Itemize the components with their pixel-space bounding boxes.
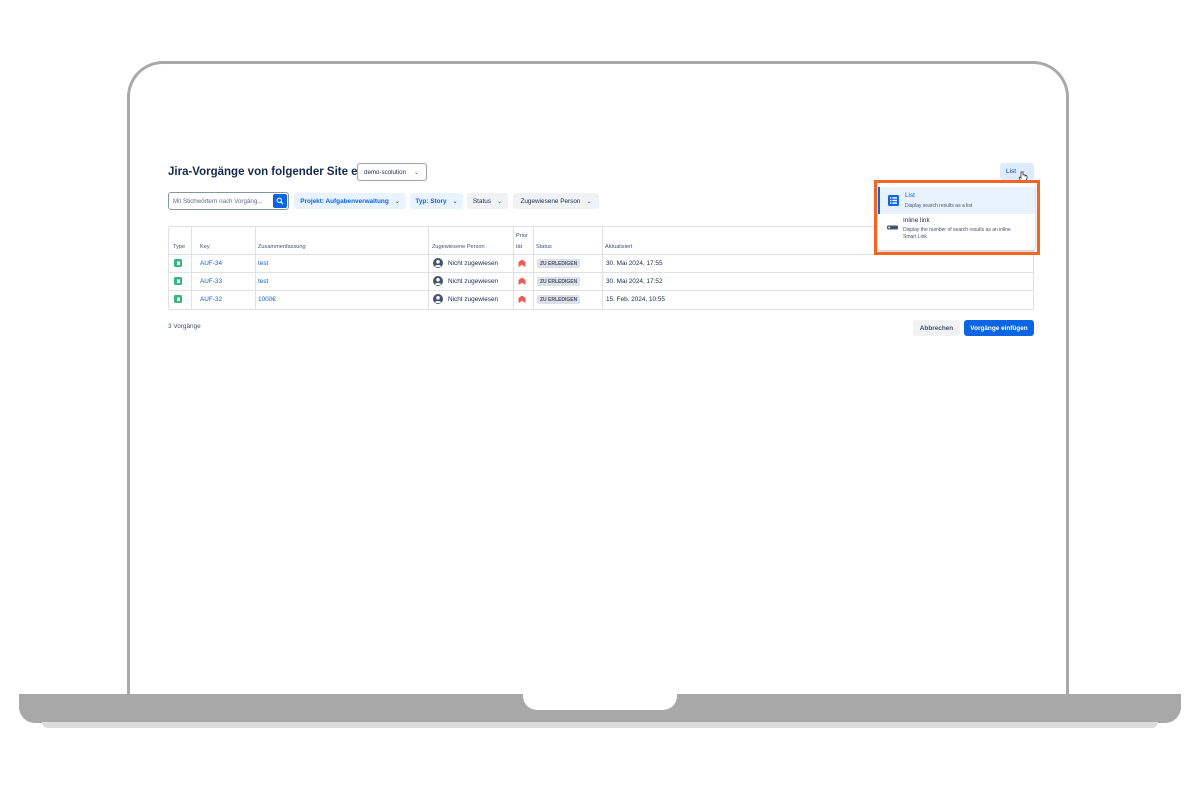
column-header-key[interactable]: Key bbox=[200, 244, 210, 250]
column-header-assignee[interactable]: Zugewiesene Person bbox=[432, 244, 485, 250]
type-filter-label: Typ: Story bbox=[415, 197, 447, 205]
chevron-down-icon: ⌄ bbox=[394, 198, 400, 205]
priority-high-icon bbox=[518, 277, 526, 285]
issue-summary-link[interactable]: test bbox=[258, 258, 268, 268]
chevron-down-icon: ⌄ bbox=[586, 198, 592, 205]
avatar-icon bbox=[433, 258, 443, 268]
column-header-summary[interactable]: Zusammenfassung bbox=[258, 244, 306, 250]
column-divider bbox=[533, 227, 534, 309]
insert-issues-button[interactable]: Vorgänge einfügen bbox=[964, 320, 1034, 336]
chevron-down-icon: ⌄ bbox=[452, 198, 458, 205]
column-divider bbox=[602, 227, 603, 309]
story-icon bbox=[174, 259, 182, 267]
assignee-name: Nicht zugewiesen bbox=[448, 277, 499, 285]
assignee-filter-label: Zugewiesene Person bbox=[520, 197, 581, 205]
assignee-cell: Nicht zugewiesen bbox=[433, 275, 498, 287]
assignee-cell: Nicht zugewiesen bbox=[433, 257, 498, 269]
updated-date: 30. Mai 2024, 17:55 bbox=[606, 259, 663, 267]
issue-key-link[interactable]: AUF-34 bbox=[200, 258, 222, 268]
story-icon bbox=[174, 295, 182, 303]
priority-high-icon bbox=[518, 295, 526, 303]
status-badge: ZU ERLEDIGEN bbox=[537, 277, 581, 286]
search-field[interactable] bbox=[168, 192, 289, 210]
status-badge: ZU ERLEDIGEN bbox=[537, 259, 581, 268]
type-filter-button[interactable]: Typ: Story ⌄ bbox=[410, 193, 463, 209]
laptop-notch bbox=[523, 694, 677, 710]
avatar-icon bbox=[433, 294, 443, 304]
row-divider bbox=[169, 272, 1033, 273]
view-toggle-button[interactable]: List ⌄ bbox=[1000, 163, 1034, 180]
search-button[interactable] bbox=[273, 194, 287, 208]
avatar-icon bbox=[433, 276, 443, 286]
updated-date: 15. Feb. 2024, 10:55 bbox=[606, 295, 665, 303]
search-input[interactable] bbox=[169, 193, 271, 209]
assignee-name: Nicht zugewiesen bbox=[448, 295, 499, 303]
priority-high-icon bbox=[518, 259, 526, 267]
column-header-priority-line1[interactable]: Prior bbox=[516, 233, 528, 239]
project-filter-label: Projekt: Aufgabenverwaltung bbox=[300, 197, 389, 205]
status-filter-label: Status bbox=[472, 197, 492, 205]
search-icon bbox=[276, 197, 284, 205]
view-toggle-label: List bbox=[1006, 168, 1017, 175]
issue-summary-link[interactable]: test bbox=[258, 276, 268, 286]
highlight-frame bbox=[874, 180, 1040, 255]
laptop-base-shadow bbox=[42, 722, 1158, 728]
chevron-down-icon: ⌄ bbox=[497, 198, 503, 205]
status-badge: ZU ERLEDIGEN bbox=[537, 295, 581, 304]
column-header-status[interactable]: Status bbox=[536, 244, 552, 250]
site-select-value: demo-scolution bbox=[364, 168, 406, 176]
assignee-filter-button[interactable]: Zugewiesene Person ⌄ bbox=[513, 193, 599, 209]
column-divider bbox=[513, 227, 514, 309]
issue-summary-link[interactable]: 1000€ bbox=[258, 294, 276, 304]
project-filter-button[interactable]: Projekt: Aufgabenverwaltung ⌄ bbox=[294, 193, 406, 209]
updated-date: 30. Mai 2024, 17:52 bbox=[606, 277, 663, 285]
laptop-screen-frame bbox=[127, 61, 1069, 711]
issue-key-link[interactable]: AUF-33 bbox=[200, 276, 222, 286]
chevron-down-icon: ⌄ bbox=[413, 169, 419, 176]
column-divider bbox=[255, 227, 256, 309]
issue-count: 3 Vorgänge bbox=[168, 323, 201, 330]
assignee-cell: Nicht zugewiesen bbox=[433, 293, 498, 305]
story-icon bbox=[174, 277, 182, 285]
column-divider bbox=[191, 227, 192, 309]
issue-key-link[interactable]: AUF-32 bbox=[200, 294, 222, 304]
status-filter-button[interactable]: Status ⌄ bbox=[467, 193, 508, 209]
assignee-name: Nicht zugewiesen bbox=[448, 259, 499, 267]
column-header-priority-line2: tät bbox=[516, 244, 523, 250]
column-header-type[interactable]: Type bbox=[173, 244, 185, 250]
site-select[interactable]: demo-scolution ⌄ bbox=[357, 163, 427, 181]
column-divider bbox=[428, 227, 429, 309]
row-divider bbox=[169, 290, 1033, 291]
cancel-button[interactable]: Abbrechen bbox=[913, 320, 960, 336]
column-header-updated[interactable]: Aktualisiert bbox=[605, 244, 632, 250]
